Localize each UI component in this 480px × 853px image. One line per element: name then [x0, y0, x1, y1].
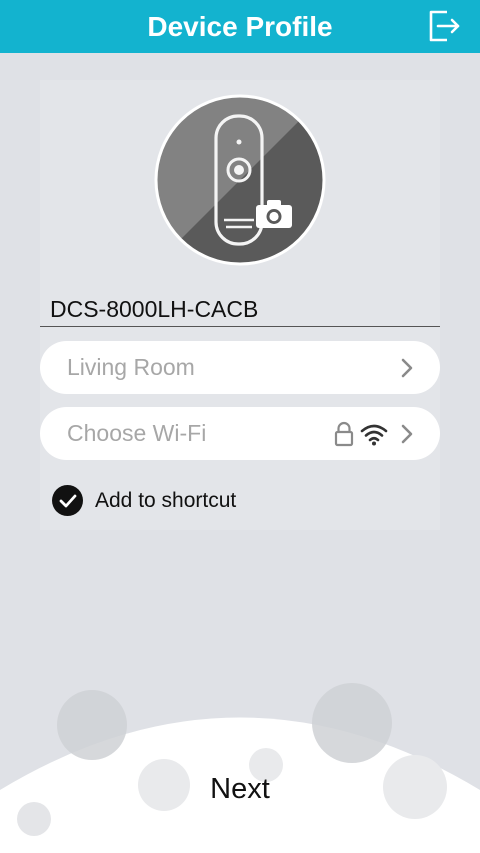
- camera-icon: [256, 200, 292, 228]
- header-bar: Device Profile: [0, 0, 480, 53]
- device-name-field[interactable]: [40, 293, 440, 327]
- shortcut-checkbox[interactable]: [52, 485, 83, 516]
- exit-icon: [429, 10, 460, 42]
- device-avatar-button[interactable]: [154, 94, 326, 266]
- device-name-input[interactable]: [40, 293, 440, 325]
- exit-button[interactable]: [424, 7, 462, 45]
- lock-icon: [334, 421, 354, 446]
- wifi-selector[interactable]: Choose Wi-Fi: [40, 407, 440, 460]
- shortcut-label: Add to shortcut: [95, 488, 237, 512]
- page-title: Device Profile: [147, 10, 333, 42]
- location-selector[interactable]: Living Room: [40, 341, 440, 394]
- chevron-right-icon: [401, 424, 413, 443]
- wifi-placeholder: Choose Wi-Fi: [67, 420, 207, 446]
- camera-device-icon: [154, 94, 326, 266]
- location-placeholder: Living Room: [67, 354, 195, 380]
- chevron-right-icon: [401, 358, 413, 377]
- wifi-icon: [360, 424, 388, 445]
- checkmark-icon: [59, 494, 76, 507]
- next-button[interactable]: Next: [160, 762, 320, 816]
- shortcut-option: Add to shortcut: [52, 485, 236, 516]
